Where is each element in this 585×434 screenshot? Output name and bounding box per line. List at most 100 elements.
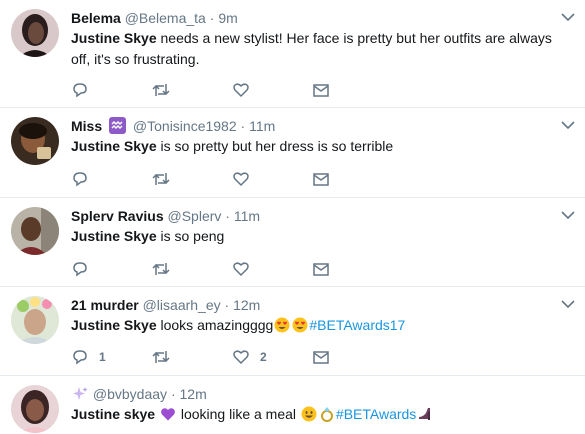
retweet-button[interactable] (151, 347, 171, 367)
mention[interactable]: Justine Skye (71, 228, 157, 244)
tweet-feed: Belema @Belema_ta · 9m Justine Skye need… (0, 0, 585, 434)
display-name[interactable]: Splerv Ravius (71, 208, 164, 224)
retweet-icon (152, 263, 170, 275)
avatar[interactable] (11, 117, 59, 165)
timestamp[interactable]: 11m (249, 118, 275, 134)
reply-button[interactable] (71, 80, 99, 100)
heart-icon (233, 350, 249, 365)
retweet-button[interactable] (151, 259, 171, 279)
like-button[interactable]: 2 (232, 347, 267, 367)
heart-icon (233, 172, 249, 187)
chevron-down-icon[interactable] (561, 120, 575, 130)
avatar[interactable] (11, 385, 59, 433)
retweet-button[interactable] (151, 169, 171, 189)
separator-dot: · (240, 118, 246, 134)
tweet-text: Justine skye looking like a meal #BETAwa… (71, 404, 571, 425)
tweet[interactable]: Miss @Tonisince1982 · 11m Justine Skye i… (0, 108, 585, 198)
purple-heart-emoji-icon (161, 408, 175, 421)
heart-icon (233, 83, 249, 98)
timestamp[interactable]: 12m (233, 297, 260, 313)
direct-message-button[interactable] (312, 347, 330, 367)
tweet-actions (71, 80, 401, 100)
username[interactable]: @Tonisince1982 (133, 118, 237, 134)
tweet-header: Belema @Belema_ta · 9m (71, 9, 545, 27)
reply-count: 1 (99, 350, 106, 364)
high-heel-emoji-icon (419, 408, 431, 420)
tweet-text: Justine Skye is so pretty but her dress … (71, 136, 571, 157)
username[interactable]: @lisaarh_ey (143, 297, 221, 313)
display-name[interactable]: 21 murder (71, 297, 139, 313)
username[interactable]: @bvbydaay (93, 386, 167, 402)
tweet-actions (71, 259, 401, 279)
tweet-body: is so peng (160, 228, 225, 244)
tweet-header: 21 murder @lisaarh_ey · 12m (71, 296, 545, 314)
aquarius-icon (109, 117, 127, 134)
retweet-icon (152, 173, 170, 185)
chevron-down-icon[interactable] (561, 210, 575, 220)
direct-message-button[interactable] (312, 80, 330, 100)
separator-dot: · (225, 208, 230, 224)
reply-icon (73, 83, 87, 98)
tweet-text: Justine Skye needs a new stylist! Her fa… (71, 28, 571, 70)
tweet-header: Miss @Tonisince1982 · 11m (71, 117, 545, 135)
retweet-icon (152, 351, 170, 363)
mention[interactable]: Justine skye (71, 406, 155, 422)
like-count: 2 (260, 350, 267, 364)
envelope-icon (313, 351, 329, 364)
envelope-icon (313, 84, 329, 97)
direct-message-button[interactable] (312, 259, 330, 279)
ring-emoji-icon (320, 407, 333, 422)
tweet[interactable]: 21 murder @lisaarh_ey · 12m Justine Skye… (0, 287, 585, 376)
tweet-actions (71, 169, 401, 189)
timestamp[interactable]: 9m (218, 10, 237, 26)
hashtag-link[interactable]: #BETAwards (336, 406, 416, 422)
separator-dot: · (224, 297, 230, 313)
envelope-icon (313, 263, 329, 276)
timestamp[interactable]: 12m (180, 386, 207, 402)
envelope-icon (313, 173, 329, 186)
tweet-actions: 1 2 (71, 347, 401, 367)
chevron-down-icon[interactable] (561, 12, 575, 22)
display-name[interactable]: Miss (71, 118, 102, 134)
avatar[interactable] (11, 207, 59, 255)
avatar[interactable] (11, 9, 59, 57)
separator-dot: · (170, 386, 176, 402)
like-button[interactable] (232, 169, 260, 189)
tweet-body: is so pretty but her dress is so terribl… (160, 138, 394, 154)
smile-emoji-icon (301, 406, 317, 422)
tweet-text: Justine Skye looks amazingggg #BETAwards1… (71, 315, 571, 336)
tweet[interactable]: Belema @Belema_ta · 9m Justine Skye need… (0, 0, 585, 108)
separator-dot: · (209, 10, 215, 26)
heart-eyes-emoji-icon (292, 317, 308, 333)
tweet[interactable]: Splerv Ravius @Splerv · 11m Justine Skye… (0, 198, 585, 287)
reply-button[interactable]: 1 (71, 347, 106, 367)
like-button[interactable] (232, 259, 260, 279)
tweet-body: looks amazingggg (160, 317, 274, 333)
display-name[interactable]: Belema (71, 10, 121, 26)
heart-icon (233, 262, 249, 277)
sparkles-emoji-icon (73, 387, 88, 400)
username[interactable]: @Belema_ta (125, 10, 206, 26)
mention[interactable]: Justine Skye (71, 138, 157, 154)
reply-icon (73, 262, 87, 277)
reply-button[interactable] (71, 259, 99, 279)
mention[interactable]: Justine Skye (71, 30, 157, 46)
direct-message-button[interactable] (312, 169, 330, 189)
reply-icon (73, 172, 87, 187)
chevron-down-icon[interactable] (561, 299, 575, 309)
tweet-header: @bvbydaay · 12m (71, 385, 545, 403)
retweet-button[interactable] (151, 80, 171, 100)
reply-icon (73, 350, 87, 365)
tweet-text: Justine Skye is so peng (71, 226, 571, 247)
reply-button[interactable] (71, 169, 99, 189)
like-button[interactable] (232, 80, 260, 100)
heart-eyes-emoji-icon (274, 317, 290, 333)
username[interactable]: @Splerv (168, 208, 222, 224)
timestamp[interactable]: 11m (234, 208, 260, 224)
tweet-body: looking like a meal (180, 406, 297, 422)
tweet[interactable]: @bvbydaay · 12m Justine skye looking lik… (0, 376, 585, 434)
tweet-header: Splerv Ravius @Splerv · 11m (71, 207, 545, 225)
avatar[interactable] (11, 296, 59, 344)
hashtag-link[interactable]: #BETAwards17 (309, 317, 405, 333)
mention[interactable]: Justine Skye (71, 317, 157, 333)
